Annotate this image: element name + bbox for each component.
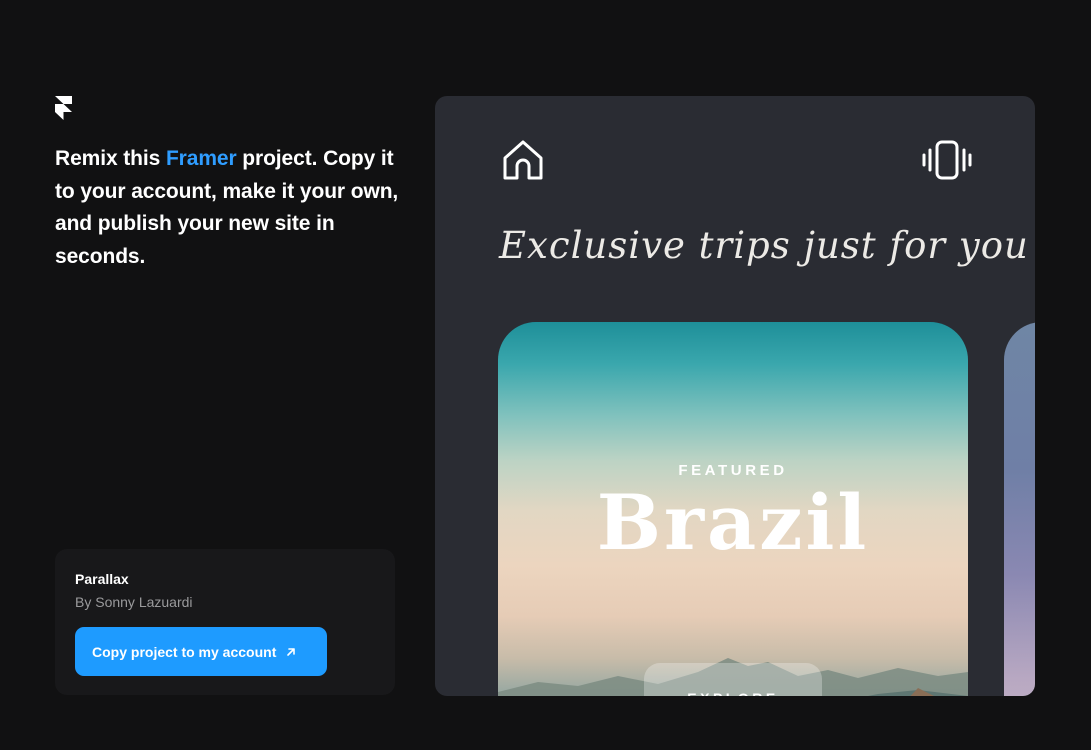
copy-project-label: Copy project to my account [92,643,277,660]
page: Remix this Framer project. Copy it to yo… [0,0,1091,750]
framer-brand-link[interactable]: Framer [166,147,237,170]
site-preview[interactable]: Exclusive trips just for you FEATURED Br… [435,96,1035,696]
card-destination: Brazil [596,478,870,567]
project-info-card: Parallax By Sonny Lazuardi Copy project … [55,549,395,695]
headline: Remix this Framer project. Copy it to yo… [55,143,400,273]
copy-project-button[interactable]: Copy project to my account [75,627,327,676]
home-icon[interactable] [502,139,544,181]
featured-destination-card[interactable]: FEATURED Brazil EXPLORE [498,322,968,696]
headline-intro: Remix this [55,147,166,170]
explore-button[interactable]: EXPLORE [644,663,822,696]
vibrate-icon[interactable] [921,140,973,180]
project-author: By Sonny Lazuardi [75,594,193,610]
project-title: Parallax [75,571,129,587]
arrow-up-right-icon [287,647,296,656]
preview-tagline: Exclusive trips just for you [499,224,1029,267]
next-destination-card[interactable] [1004,322,1035,696]
framer-logo [55,96,72,120]
card-eyebrow: FEATURED [678,462,788,479]
